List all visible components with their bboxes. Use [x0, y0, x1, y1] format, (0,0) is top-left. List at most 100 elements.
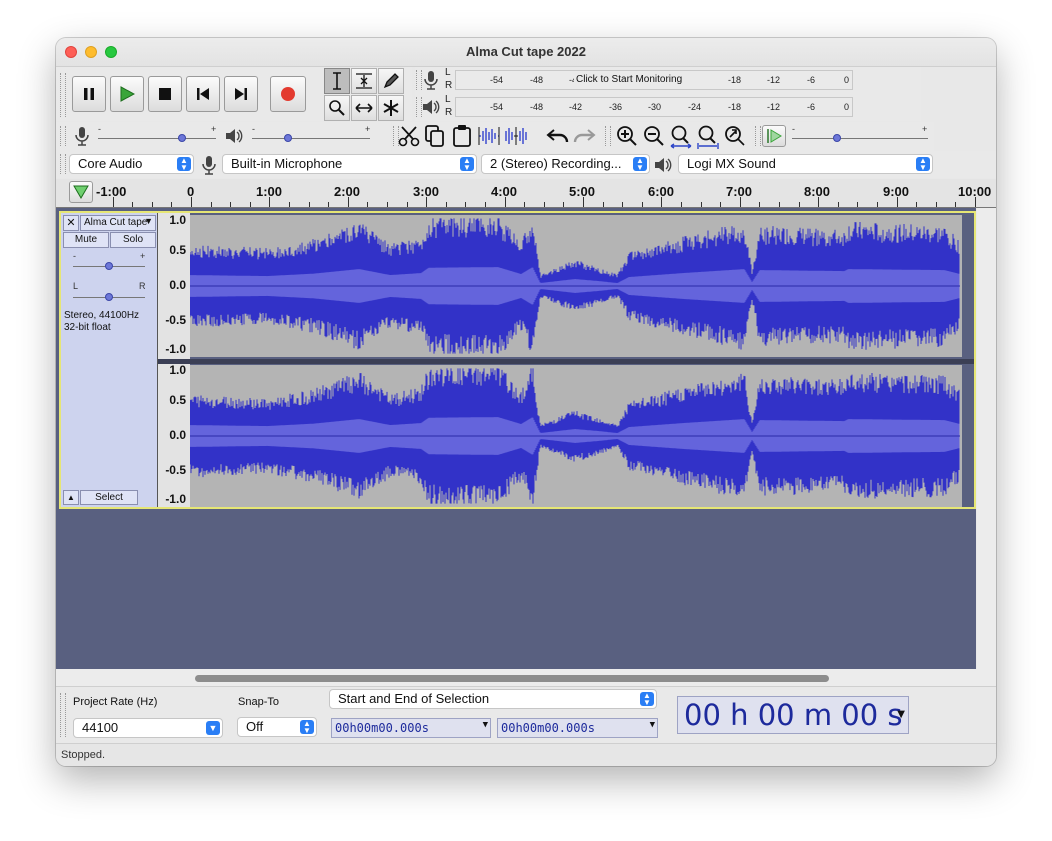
slider-min-label: - [792, 124, 795, 134]
ruler-tick [720, 202, 722, 207]
time-shift-tool[interactable] [351, 95, 377, 121]
selection-end-time[interactable]: 00h00m00.000s ▼ [497, 718, 658, 738]
scale-label: 0.0 [169, 278, 186, 292]
toolbar-grip[interactable] [60, 73, 66, 117]
envelope-tool[interactable] [351, 68, 377, 94]
pan-right-label: R [139, 281, 146, 291]
speaker-icon[interactable] [421, 98, 441, 116]
meter-tick: -6 [807, 75, 816, 85]
edit-toolbar [392, 122, 602, 151]
skip-to-end-button[interactable] [224, 76, 258, 112]
audio-position-time[interactable]: 00 h 00 m 00 s ▼ [677, 696, 909, 734]
playback-meter[interactable]: -54 -48 -42 -36 -30 -24 -18 -12 -6 0 [455, 97, 853, 117]
cut-icon[interactable] [398, 125, 420, 147]
stop-button[interactable] [148, 76, 182, 112]
selection-start-time[interactable]: 00h00m00.000s ▼ [331, 718, 491, 738]
selection-mode-value: Start and End of Selection [338, 691, 490, 706]
play-button[interactable] [110, 76, 144, 112]
device-toolbar: Core Audio ▲ ▼ Built-in Microphone ▲ ▼ 2 (… [56, 151, 996, 178]
track-pan-knob[interactable] [105, 293, 113, 301]
recording-device-value: Built-in Microphone [231, 156, 343, 171]
draw-tool[interactable] [378, 68, 404, 94]
recording-device-select[interactable]: Built-in Microphone ▲ ▼ [222, 154, 477, 174]
play-at-speed-button[interactable] [762, 125, 786, 147]
horizontal-scrollbar[interactable] [56, 669, 996, 686]
timeline-options-button[interactable] [69, 181, 93, 203]
play-speed-slider[interactable] [792, 138, 928, 139]
playback-device-select[interactable]: Logi MX Sound ▲ ▼ [678, 154, 933, 174]
ruler-tick [367, 202, 369, 207]
skip-start-icon [197, 88, 209, 100]
silence-audio-icon[interactable] [504, 126, 530, 146]
scale-label: -1.0 [165, 342, 186, 356]
zoom-tool[interactable] [324, 95, 350, 121]
audio-track[interactable]: ✕ Alma Cut tape ▼ Mute Solo - + L R Ster… [59, 211, 976, 509]
selection-start-value: 00h00m00.000s [335, 721, 429, 735]
microphone-icon[interactable] [423, 70, 439, 90]
copy-icon[interactable] [424, 124, 446, 148]
toolbar-grip[interactable] [60, 154, 66, 174]
collapse-track-button[interactable]: ▲ [63, 490, 79, 505]
record-button[interactable] [270, 76, 306, 112]
waveform-right-channel[interactable] [190, 365, 962, 507]
zoom-out-icon[interactable] [643, 125, 665, 147]
track-close-button[interactable]: ✕ [63, 215, 79, 231]
paste-icon[interactable] [451, 124, 473, 148]
track-name-menu[interactable]: Alma Cut tape ▼ [80, 215, 156, 231]
recording-channels-select[interactable]: 2 (Stereo) Recording... ▲ ▼ [481, 154, 650, 174]
selection-mode-select[interactable]: Start and End of Selection ▲ ▼ [329, 689, 657, 709]
toolbar-grip[interactable] [60, 126, 66, 146]
timeline-ruler[interactable]: -1:00 0 1:00 2:00 3:00 4:00 5:00 6:00 7:… [56, 179, 996, 208]
channel-separator [158, 359, 974, 364]
waveform-left-channel[interactable] [190, 215, 962, 357]
undo-icon[interactable] [546, 127, 570, 145]
recording-volume-knob[interactable] [178, 134, 186, 142]
ruler-tick [975, 197, 976, 207]
ruler-tick [779, 202, 780, 207]
mute-button[interactable]: Mute [63, 232, 109, 248]
track-gain-knob[interactable] [105, 262, 113, 270]
pencil-icon [383, 73, 399, 89]
snap-to-label: Snap-To [238, 696, 279, 708]
gain-min-label: - [73, 251, 76, 261]
project-rate-select[interactable]: 44100 ▼ [73, 718, 223, 738]
redo-icon[interactable] [572, 127, 596, 145]
fit-selection-icon[interactable] [670, 125, 692, 149]
toolbar-grip[interactable] [60, 693, 66, 737]
snap-to-value: Off [246, 719, 264, 734]
trim-audio-icon[interactable] [478, 126, 500, 146]
channel-left-label: L [445, 67, 451, 78]
ruler-tick [583, 197, 584, 207]
channel-right-label: R [445, 107, 453, 118]
ruler-tick [289, 202, 290, 207]
zoom-toolbar [604, 122, 752, 151]
horizontal-scroll-thumb[interactable] [195, 675, 829, 682]
gain-max-label: + [140, 251, 146, 261]
click-to-start-monitoring[interactable]: Click to Start Monitoring [574, 74, 685, 85]
zoom-in-icon[interactable] [616, 125, 638, 147]
selection-tool[interactable] [324, 68, 350, 94]
toolbar-grip[interactable] [755, 126, 761, 146]
recording-volume-slider[interactable] [98, 138, 216, 139]
playback-volume-slider[interactable] [252, 138, 370, 139]
multi-tool[interactable] [378, 95, 404, 121]
skip-to-start-button[interactable] [186, 76, 220, 112]
scale-label: -0.5 [165, 313, 186, 327]
track-control-panel[interactable]: ✕ Alma Cut tape ▼ Mute Solo - + L R Ster… [61, 213, 158, 507]
track-area[interactable]: ✕ Alma Cut tape ▼ Mute Solo - + L R Ster… [56, 208, 976, 669]
snap-to-select[interactable]: Off ▲ ▼ [237, 717, 317, 737]
fit-project-icon[interactable] [697, 125, 719, 149]
ruler-tick [347, 197, 349, 207]
pause-button[interactable] [72, 76, 106, 112]
playback-volume-knob[interactable] [284, 134, 292, 142]
track-select-button[interactable]: Select [80, 490, 138, 505]
zoom-toggle-icon[interactable] [724, 125, 746, 147]
play-speed-knob[interactable] [833, 134, 841, 142]
toolbar-grip[interactable] [416, 70, 422, 90]
chevron-updown-icon: ▲ ▼ [460, 157, 474, 172]
recording-meter[interactable]: -54 -48 -42 Click to Start Monitoring -1… [455, 70, 853, 90]
vertical-scrollbar[interactable] [977, 208, 996, 669]
toolbar-grip[interactable] [605, 126, 611, 146]
solo-button[interactable]: Solo [110, 232, 156, 248]
audio-host-select[interactable]: Core Audio ▲ ▼ [69, 154, 194, 174]
